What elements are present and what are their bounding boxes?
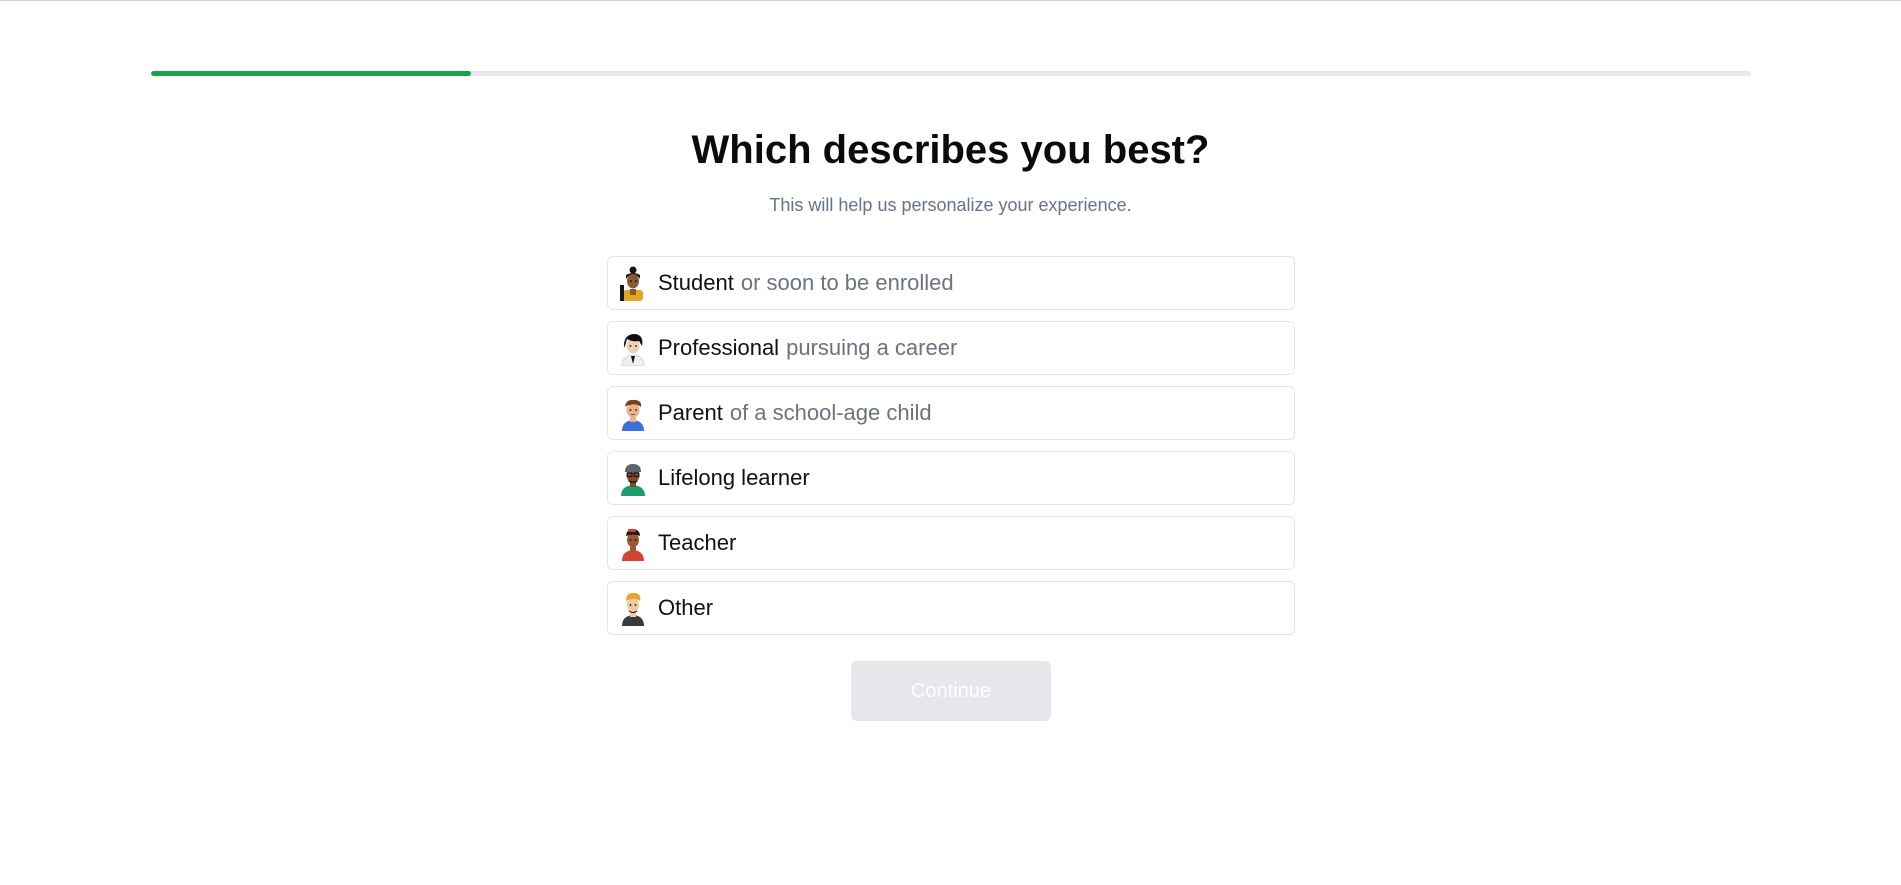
page-title: Which describes you best?	[691, 128, 1210, 172]
option-lifelong-learner[interactable]: Lifelong learner	[607, 451, 1295, 505]
progress-bar	[151, 71, 1751, 76]
option-teacher[interactable]: Teacher	[607, 516, 1295, 570]
option-label: Student	[658, 270, 734, 295]
top-divider	[0, 0, 1901, 1]
continue-button[interactable]: Continue	[851, 661, 1051, 721]
parent-avatar-icon	[622, 399, 644, 431]
role-options-list: Student or soon to be enrolled Professio…	[607, 256, 1295, 646]
option-sublabel: or soon to be enrolled	[740, 270, 954, 295]
other-avatar-icon	[622, 592, 644, 626]
option-label: Teacher	[658, 530, 737, 555]
progress-bar-fill	[151, 71, 471, 76]
professional-avatar-icon	[621, 334, 645, 366]
option-professional[interactable]: Professional pursuing a career	[607, 321, 1295, 375]
lifelong-learner-avatar-icon	[621, 464, 645, 496]
student-avatar-icon	[620, 266, 643, 301]
option-label: Other	[658, 595, 714, 620]
option-sublabel: pursuing a career	[786, 335, 958, 360]
option-parent[interactable]: Parent of a school-age child	[607, 386, 1295, 440]
option-label: Lifelong learner	[658, 465, 810, 490]
option-other[interactable]: Other	[607, 581, 1295, 635]
option-label: Parent	[658, 400, 723, 425]
option-sublabel: of a school-age child	[729, 400, 932, 425]
page-subtitle: This will help us personalize your exper…	[769, 195, 1132, 215]
option-label: Professional	[658, 335, 780, 360]
teacher-avatar-icon	[622, 528, 644, 561]
option-student[interactable]: Student or soon to be enrolled	[607, 256, 1295, 310]
